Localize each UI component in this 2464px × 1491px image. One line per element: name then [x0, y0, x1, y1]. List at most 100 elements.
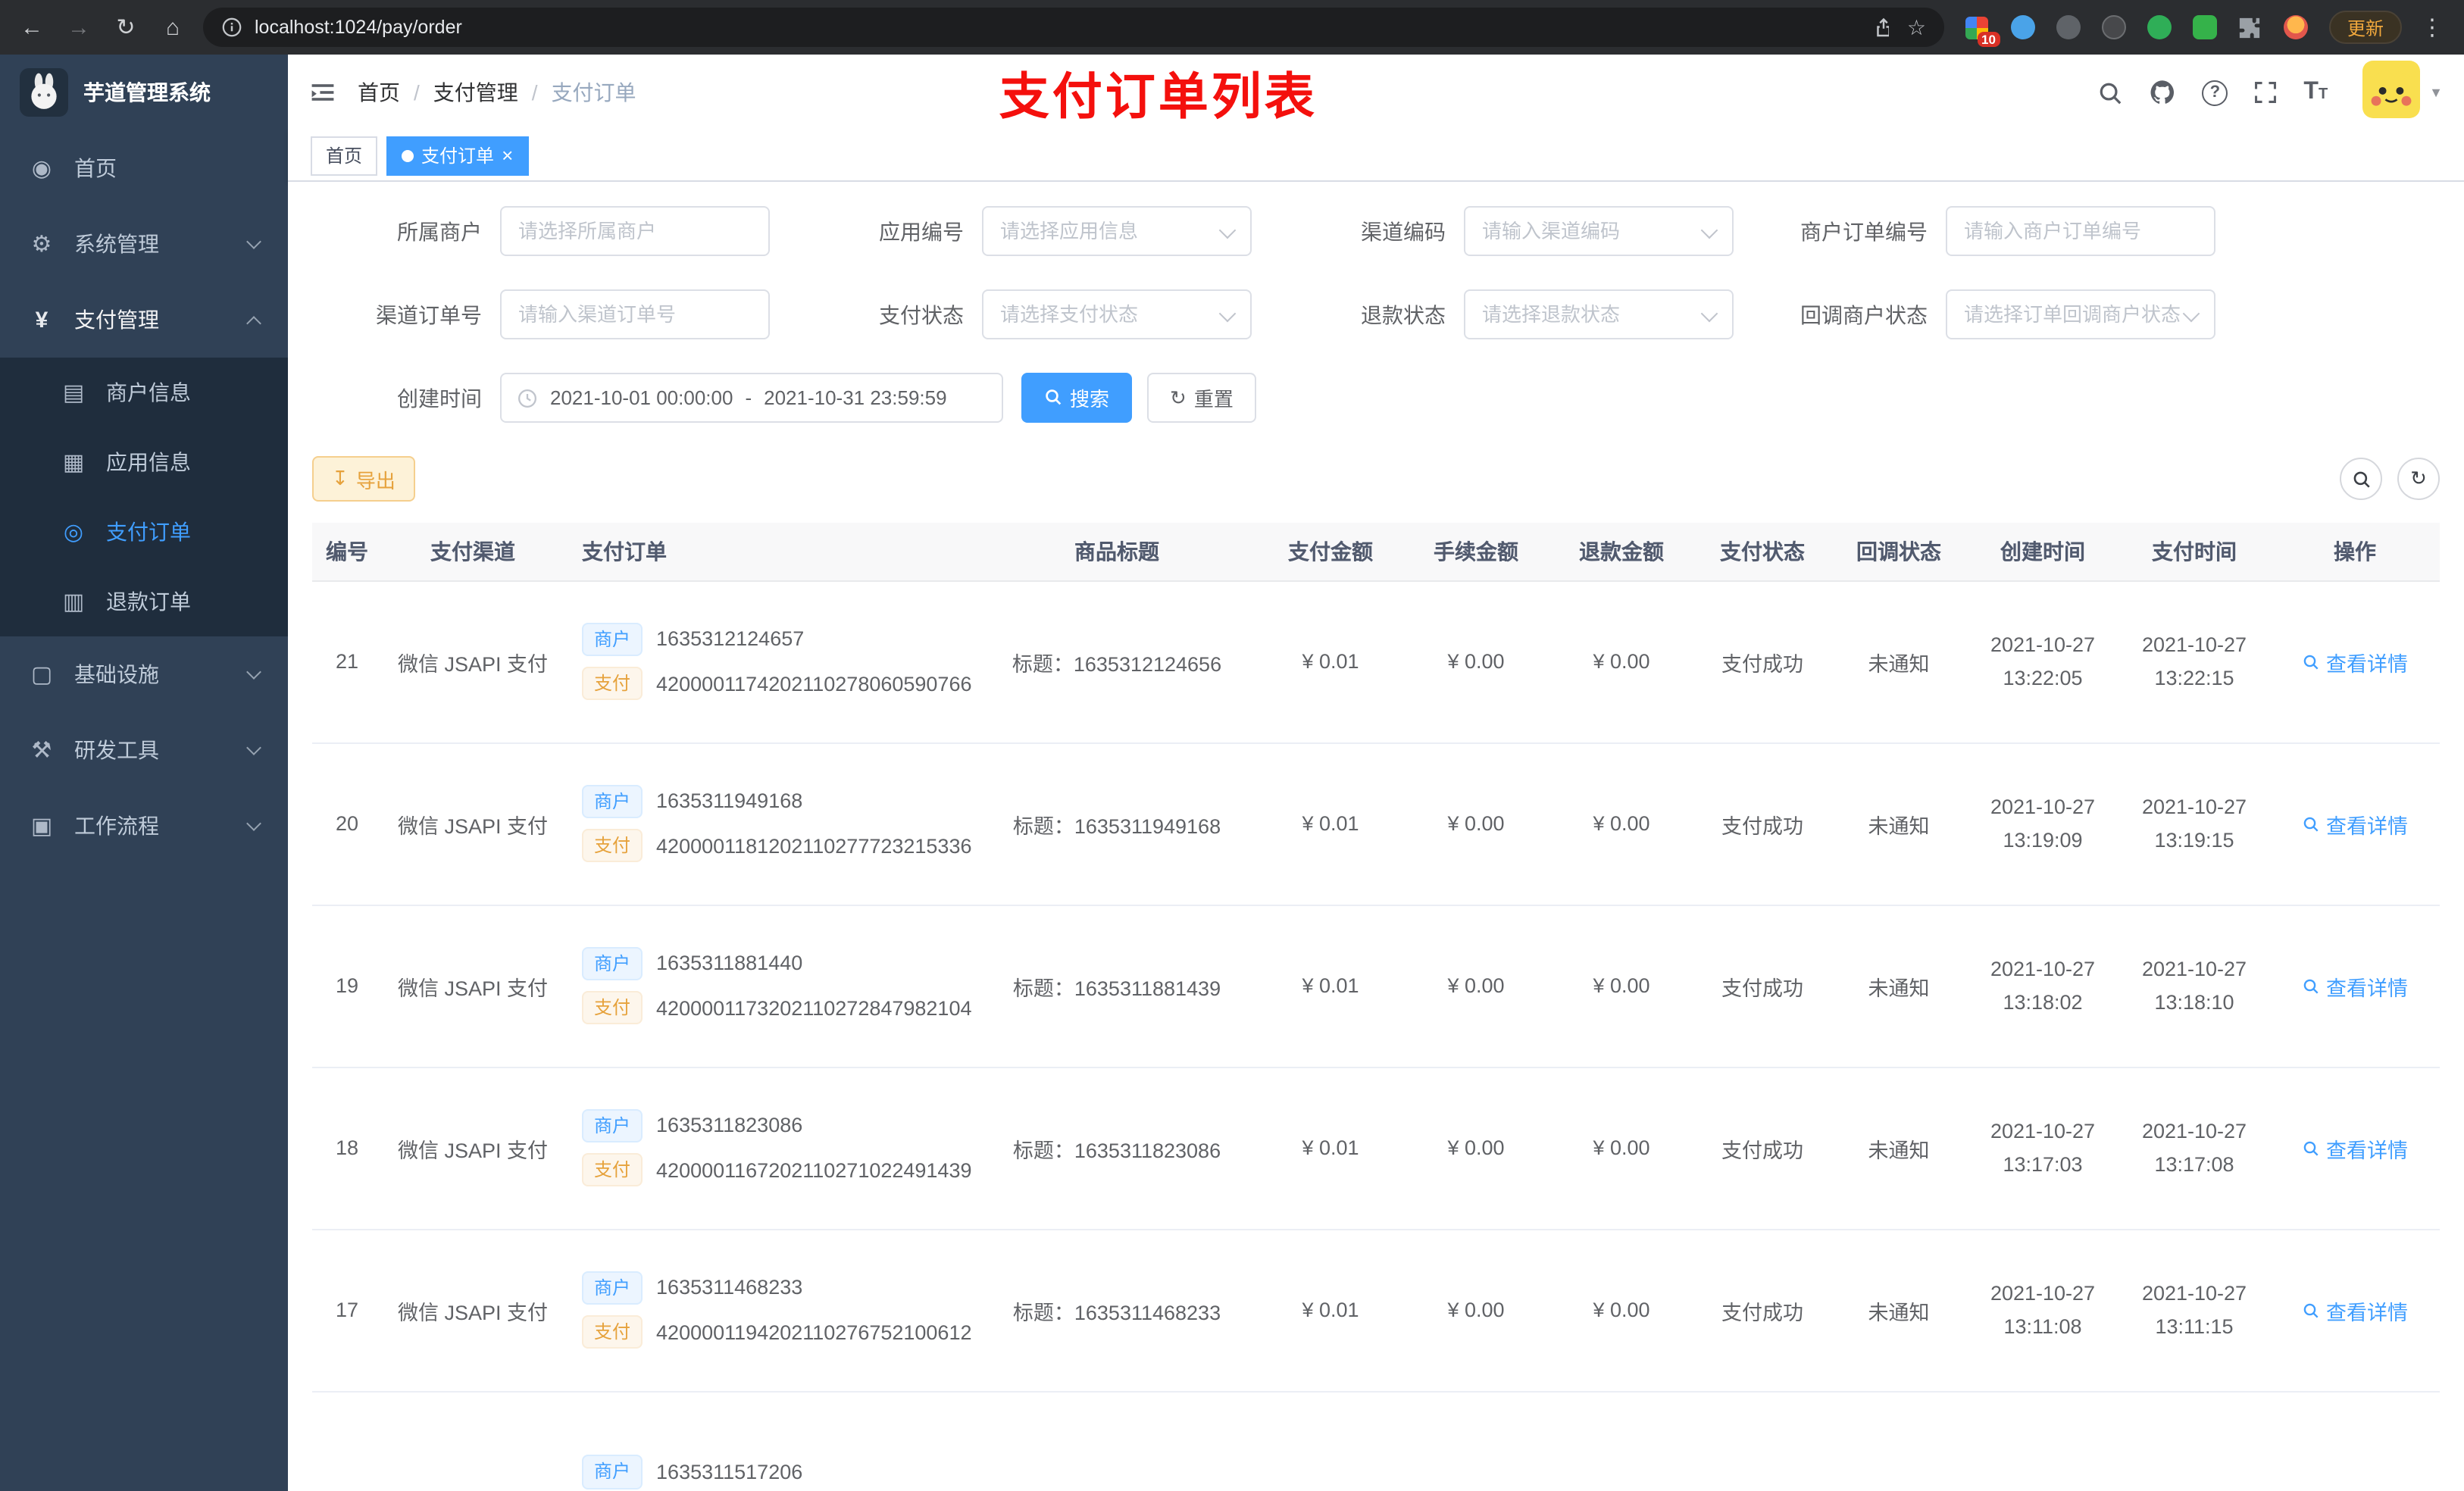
sidebar-item-app-info[interactable]: ▦ 应用信息	[0, 427, 288, 497]
notify-status-select[interactable]	[1946, 289, 2215, 339]
browser-menu-icon[interactable]: ⋮	[2416, 11, 2449, 44]
sidebar-item-infrastructure[interactable]: ▢ 基础设施	[0, 636, 288, 712]
search-icon[interactable]	[2097, 80, 2123, 105]
refund-status-label: 退款状态	[1361, 302, 1446, 327]
extension-green-circle-icon[interactable]	[2146, 14, 2173, 41]
github-icon[interactable]	[2149, 79, 2176, 106]
extension-grid-icon[interactable]: 10	[1964, 14, 2000, 47]
merchant-badge: 商户	[582, 946, 643, 980]
update-button[interactable]: 更新	[2328, 11, 2402, 44]
chevron-down-icon	[246, 234, 261, 249]
extensions-area: 10	[1964, 14, 2309, 47]
col-amount: 支付金额	[1258, 523, 1403, 581]
view-detail-link[interactable]: 查看详情	[2302, 1295, 2408, 1325]
share-icon[interactable]	[1874, 17, 1895, 38]
dashboard-icon: ◉	[31, 156, 52, 182]
col-order: 支付订单	[564, 523, 976, 581]
sidebar-item-refund-order[interactable]: ▥ 退款订单	[0, 567, 288, 636]
reset-button[interactable]: ↻ 重置	[1147, 373, 1256, 423]
breadcrumb-section[interactable]: 支付管理	[433, 77, 518, 108]
caret-down-icon: ▼	[2429, 85, 2443, 100]
sidebar-item-pay-order[interactable]: ◎ 支付订单	[0, 497, 288, 567]
channel-pay-no: 4200001194202110276752100612	[656, 1321, 972, 1344]
breadcrumb-home[interactable]: 首页	[358, 77, 400, 108]
browser-chrome: ← → ↻ ⌂ localhost:1024/pay/order ☆ 10 更新…	[0, 0, 2464, 55]
table-row: 17 微信 JSAPI 支付 商户 1635311468233 支付 4200001…	[312, 1229, 2440, 1392]
channel-order-no-input[interactable]	[502, 303, 768, 326]
bookmark-star-icon[interactable]: ☆	[1907, 14, 1926, 40]
fullscreen-icon[interactable]	[2253, 80, 2278, 105]
download-icon: ↧	[332, 467, 349, 489]
sidebar-item-home[interactable]: ◉ 首页	[0, 130, 288, 206]
view-detail-link[interactable]: 查看详情	[2302, 808, 2408, 839]
tab-home[interactable]: 首页	[311, 136, 378, 175]
col-create-time: 创建时间	[1967, 523, 2118, 581]
sidebar-item-workflow[interactable]: ▣ 工作流程	[0, 788, 288, 864]
back-icon[interactable]: ←	[15, 11, 48, 44]
merchant-order-no-input[interactable]	[1947, 220, 2214, 242]
extension-blue-icon[interactable]	[2009, 14, 2037, 41]
merchant-order-no: 1635311517206	[656, 1461, 803, 1483]
user-menu[interactable]: ▼	[2362, 60, 2443, 125]
app-logo[interactable]: 芋道管理系统	[0, 55, 288, 130]
create-time-label: 创建时间	[397, 386, 482, 410]
col-title: 商品标题	[976, 523, 1258, 581]
sidebar-toggle-icon[interactable]	[309, 79, 336, 106]
channel-code-select[interactable]	[1464, 206, 1734, 256]
toggle-search-button[interactable]	[2340, 458, 2382, 500]
payment-submenu: ▤ 商户信息 ▦ 应用信息 ◎ 支付订单 ▥ 退款订单	[0, 358, 288, 636]
pay-badge: 支付	[582, 829, 643, 863]
pay-status-select[interactable]	[982, 289, 1252, 339]
date-range-picker[interactable]: 2021-10-01 00:00:00 - 2021-10-31 23:59:5…	[500, 373, 1003, 423]
sidebar-item-merchant-info[interactable]: ▤ 商户信息	[0, 358, 288, 427]
merchant-order-no: 1635312124657	[656, 627, 805, 651]
wechat-extension-icon[interactable]	[2191, 14, 2219, 41]
view-detail-link[interactable]: 查看详情	[2302, 1133, 2408, 1163]
reload-icon[interactable]: ↻	[109, 11, 142, 44]
extension-gray-icon[interactable]	[2055, 14, 2082, 41]
app-no-select[interactable]	[982, 206, 1252, 256]
channel-pay-no: 4200001174202110278060590766	[656, 672, 972, 695]
tab-pay-order[interactable]: 支付订单 ×	[386, 136, 529, 175]
pay-badge: 支付	[582, 667, 643, 701]
sidebar-item-system[interactable]: ⚙ 系统管理	[0, 206, 288, 282]
refresh-table-button[interactable]: ↻	[2397, 458, 2440, 500]
yen-icon: ¥	[35, 307, 48, 333]
close-icon[interactable]: ×	[502, 145, 513, 165]
merchant-order-no: 1635311881440	[656, 952, 803, 975]
help-icon[interactable]: ?	[2202, 80, 2228, 105]
merchant-badge: 商户	[582, 1271, 643, 1305]
export-button[interactable]: ↧ 导出	[312, 456, 415, 502]
col-pay-time: 支付时间	[2118, 523, 2270, 581]
clock-icon	[517, 387, 538, 408]
col-refund: 退款金额	[1549, 523, 1694, 581]
target-icon: ◎	[63, 520, 84, 545]
merchant-order-no-label: 商户订单编号	[1800, 219, 1928, 243]
view-detail-link[interactable]: 查看详情	[2302, 646, 2408, 677]
sidebar-item-payment[interactable]: ¥ 支付管理	[0, 282, 288, 358]
extensions-puzzle-icon[interactable]	[2237, 14, 2264, 41]
col-action: 操作	[2270, 523, 2440, 581]
forward-icon[interactable]: →	[62, 11, 95, 44]
search-button[interactable]: 搜索	[1021, 373, 1133, 423]
sidebar-item-dev-tools[interactable]: ⚒ 研发工具	[0, 712, 288, 788]
col-id: 编号	[312, 523, 382, 581]
notify-status-label: 回调商户状态	[1800, 302, 1928, 327]
search-icon	[1044, 387, 1062, 408]
font-size-icon[interactable]: TT	[2303, 79, 2328, 106]
refund-status-select[interactable]	[1464, 289, 1734, 339]
view-detail-link[interactable]: 查看详情	[2302, 971, 2408, 1001]
home-icon[interactable]: ⌂	[156, 11, 189, 44]
extension-dark-icon[interactable]	[2100, 14, 2128, 41]
col-status: 支付状态	[1694, 523, 1831, 581]
merchant-badge: 商户	[582, 1108, 643, 1142]
address-bar[interactable]: localhost:1024/pay/order ☆	[203, 8, 1944, 47]
document-icon: ▥	[62, 589, 85, 615]
tool-icon: ⚒	[31, 738, 52, 764]
merchant-order-no: 1635311949168	[656, 789, 803, 813]
chevron-down-icon	[246, 740, 261, 755]
merchant-input[interactable]	[502, 220, 768, 242]
browser-profile-avatar[interactable]	[2282, 14, 2309, 41]
site-info-icon[interactable]	[221, 17, 242, 38]
page-title-annotation: 支付订单列表	[999, 68, 1318, 124]
